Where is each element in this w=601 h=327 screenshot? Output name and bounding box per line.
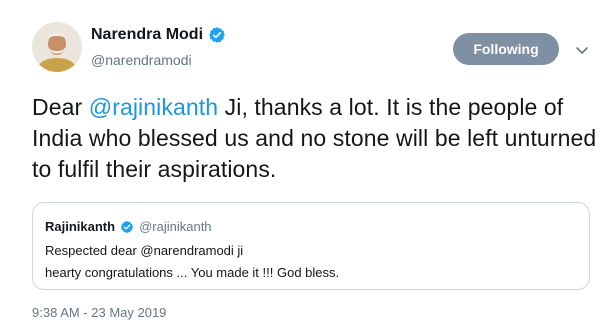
author-avatar[interactable] [32,22,82,72]
tweet-text-part1: Dear [32,94,89,120]
mention-link[interactable]: @rajinikanth [89,94,218,120]
avatar-image [32,22,82,72]
quoted-tweet-header: Rajinikanth @rajinikanth [45,219,212,234]
author-name-row[interactable]: Narendra Modi [91,26,226,44]
quoted-author-name: Rajinikanth [45,219,116,234]
quoted-tweet-line-2: hearty congratulations ... You made it !… [45,265,340,280]
quoted-tweet-line-1: Respected dear @narendramodi ji [45,243,244,258]
tweet-timestamp[interactable]: 9:38 AM - 23 May 2019 [32,305,166,320]
author-name[interactable]: Narendra Modi [91,26,203,44]
verified-badge-icon [208,26,226,44]
quoted-verified-badge-icon [120,220,134,234]
quoted-tweet[interactable]: Rajinikanth @rajinikanth Respected dear … [32,202,590,290]
tweet-card: Narendra Modi @narendramodi Following De… [0,0,601,327]
chevron-down-icon[interactable] [574,42,590,58]
following-button[interactable]: Following [453,33,559,65]
author-handle[interactable]: @narendramodi [91,52,192,68]
quoted-author-handle: @rajinikanth [139,219,212,234]
tweet-text: Dear @rajinikanth Ji, thanks a lot. It i… [32,92,597,185]
